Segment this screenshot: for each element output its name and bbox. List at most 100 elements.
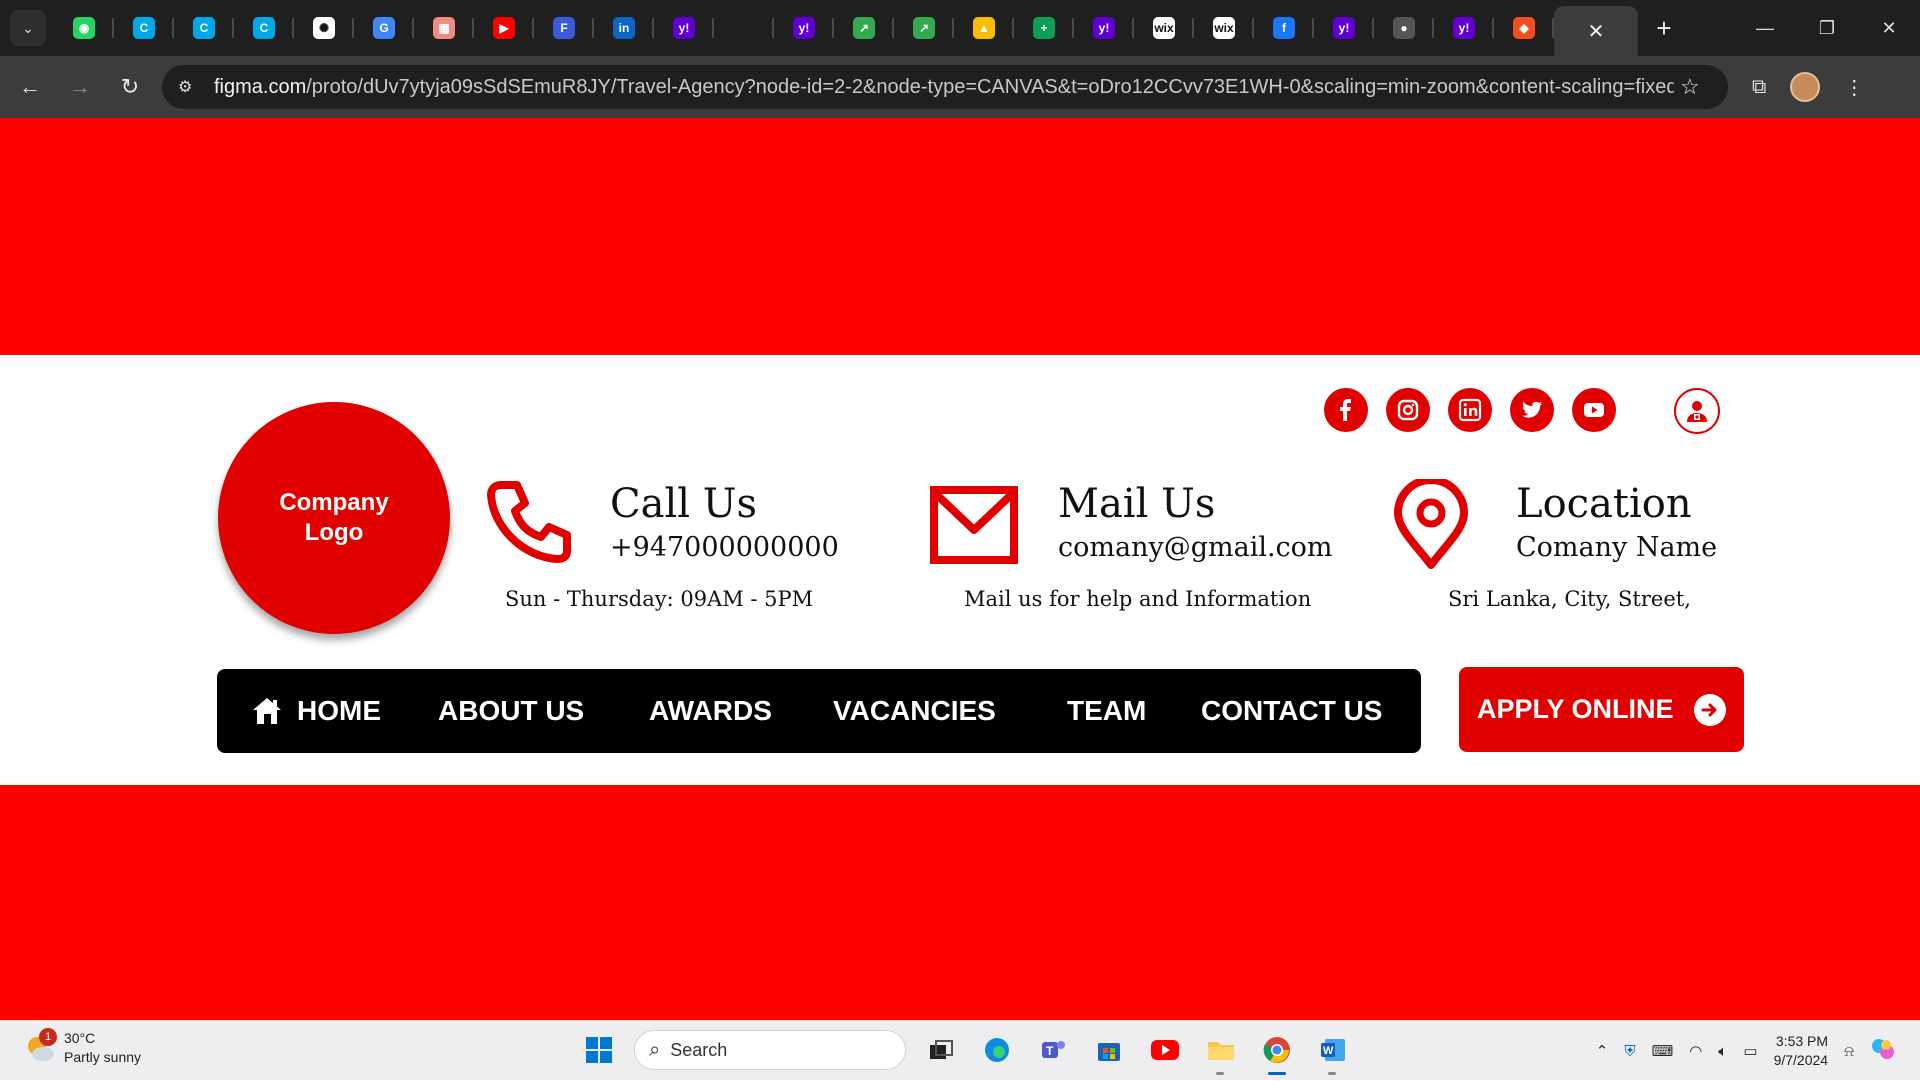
taskbar-search-box[interactable]: ⌕ Search	[634, 1030, 906, 1070]
minimize-button[interactable]: —	[1734, 0, 1796, 56]
reload-button[interactable]: ↻	[110, 67, 150, 107]
chrome-icon[interactable]	[1256, 1029, 1298, 1075]
browser-tab[interactable]: ✺	[294, 0, 354, 56]
browser-tab[interactable]: ◉	[54, 0, 114, 56]
profile-avatar[interactable]	[1790, 72, 1821, 102]
tab-search-button[interactable]: ⌄	[10, 10, 46, 46]
extensions-icon[interactable]: ⧉	[1752, 76, 1766, 99]
browser-tab[interactable]: y!	[1434, 0, 1494, 56]
browser-tab[interactable]: ↗	[894, 0, 954, 56]
address-bar[interactable]: ⚙ figma.com/proto/dUv7ytyja09sSdSEmuR8JY…	[162, 65, 1728, 109]
site-info-icon[interactable]: ⚙	[178, 77, 204, 97]
browser-tab[interactable]: F	[534, 0, 594, 56]
active-tab[interactable]: ✕	[1554, 6, 1638, 56]
copilot-icon[interactable]	[1870, 1036, 1896, 1066]
browser-tab[interactable]: f	[1254, 0, 1314, 56]
edge-browser-icon[interactable]	[976, 1029, 1018, 1071]
restore-button[interactable]: ❐	[1796, 0, 1858, 56]
browser-tab[interactable]: wix	[1194, 0, 1254, 56]
chevron-up-icon[interactable]: ⌃	[1596, 1042, 1609, 1060]
browser-tab[interactable]: C	[234, 0, 294, 56]
company-logo[interactable]: Company Logo	[218, 402, 450, 634]
blank-tab-icon	[733, 17, 755, 39]
youtube-app-icon[interactable]	[1144, 1029, 1186, 1071]
microsoft-store-icon[interactable]	[1088, 1029, 1130, 1071]
nav-awards[interactable]: AWARDS	[649, 669, 772, 753]
browser-tab[interactable]: ◆	[1494, 0, 1554, 56]
volume-icon[interactable]: 🔈︎	[1718, 1043, 1727, 1060]
github-icon: ●	[1393, 17, 1415, 39]
wifi-icon[interactable]: ◠	[1689, 1042, 1702, 1060]
google-icon: G	[373, 17, 395, 39]
word-icon[interactable]: W	[1312, 1029, 1354, 1075]
weather-widget[interactable]: 1 30°C Partly sunny	[24, 1028, 141, 1067]
browser-tab[interactable]: y!	[654, 0, 714, 56]
url-text[interactable]: figma.com/proto/dUv7ytyja09sSdSEmuR8JY/T…	[214, 76, 1674, 99]
browser-tab[interactable]: +	[1014, 0, 1074, 56]
canva-icon: C	[253, 17, 275, 39]
nav-contact-us[interactable]: CONTACT US	[1201, 669, 1382, 753]
browser-toolbar: ← → ↻ ⚙ figma.com/proto/dUv7ytyja09sSdSE…	[0, 56, 1920, 118]
weather-badge: 1	[39, 1028, 57, 1046]
running-indicator	[1328, 1072, 1336, 1075]
clock[interactable]: 3:53 PM 9/7/2024	[1774, 1032, 1829, 1070]
security-shield-icon[interactable]: ⛨	[1624, 1043, 1635, 1060]
user-account-icon[interactable]	[1674, 388, 1720, 434]
bookmark-star-icon[interactable]: ☆	[1680, 74, 1700, 100]
browser-tab-strip: ⌄ ◉ C C C ✺ G ▦ ▶ Fin y! y! ↗ ↗ ▲ + y! wix wix f y! ● y! ◆ ✕ +…	[0, 0, 1920, 56]
teams-icon[interactable]: T	[1032, 1029, 1074, 1071]
browser-tab[interactable]: ↗	[834, 0, 894, 56]
forward-button[interactable]: →	[60, 67, 100, 107]
twitter-icon[interactable]	[1510, 388, 1554, 432]
keyboard-icon[interactable]: ⌨	[1652, 1042, 1674, 1060]
location-address: Sri Lanka, City, Street,	[1448, 587, 1691, 611]
call-phone[interactable]: +947000000000	[610, 532, 839, 563]
call-hours: Sun - Thursday: 09AM - 5PM	[505, 587, 814, 611]
battery-icon[interactable]: ▭	[1743, 1042, 1757, 1060]
mail-address[interactable]: comany@gmail.com	[1058, 532, 1333, 563]
browser-tab[interactable]: y!	[1074, 0, 1134, 56]
svg-text:W: W	[1323, 1045, 1334, 1057]
image-tab-icon: ▦	[433, 17, 455, 39]
browser-tab[interactable]: y!	[774, 0, 834, 56]
location-title: Location	[1516, 481, 1692, 527]
nav-vacancies[interactable]: VACANCIES	[833, 669, 996, 753]
youtube-icon[interactable]	[1572, 388, 1616, 432]
site-header: Company Logo Call Us +947000000000 Sun -…	[0, 355, 1920, 785]
browser-tab[interactable]: C	[114, 0, 174, 56]
yahoo-icon: y!	[793, 17, 815, 39]
close-tab-icon[interactable]: ✕	[1588, 19, 1605, 44]
yahoo-icon: y!	[673, 17, 695, 39]
browser-tab[interactable]: y!	[1314, 0, 1374, 56]
browser-tab[interactable]: in	[594, 0, 654, 56]
instagram-icon[interactable]	[1386, 388, 1430, 432]
task-view-icon[interactable]	[920, 1029, 962, 1071]
browser-tab[interactable]: ●	[1374, 0, 1434, 56]
browser-tab[interactable]: C	[174, 0, 234, 56]
file-explorer-icon[interactable]	[1200, 1029, 1242, 1075]
apply-online-button[interactable]: APPLY ONLINE	[1459, 667, 1744, 752]
menu-kebab-icon[interactable]: ⋮	[1844, 75, 1864, 100]
nav-home[interactable]: HOME	[251, 669, 381, 753]
browser-tab[interactable]: G	[354, 0, 414, 56]
browser-tab[interactable]	[714, 0, 774, 56]
facebook-icon[interactable]	[1324, 388, 1368, 432]
location-pin-icon	[1394, 479, 1468, 569]
linkedin-icon[interactable]	[1448, 388, 1492, 432]
location-company: Comany Name	[1516, 532, 1718, 563]
back-button[interactable]: ←	[10, 67, 50, 107]
browser-tab[interactable]: ▲	[954, 0, 1014, 56]
browser-tab[interactable]: ▦	[414, 0, 474, 56]
browser-tab[interactable]: ▶	[474, 0, 534, 56]
forms-icon: F	[553, 17, 575, 39]
new-tab-button[interactable]: +	[1644, 8, 1684, 48]
notification-bell-icon[interactable]: ⍾	[1844, 1043, 1854, 1060]
nav-team[interactable]: TEAM	[1067, 669, 1146, 753]
nav-about-us[interactable]: ABOUT US	[438, 669, 584, 753]
top-red-band	[0, 118, 1920, 355]
browser-tab[interactable]: wix	[1134, 0, 1194, 56]
start-button[interactable]	[578, 1029, 620, 1071]
canva-icon: C	[133, 17, 155, 39]
close-window-button[interactable]: ✕	[1858, 0, 1920, 56]
mail-title: Mail Us	[1058, 481, 1216, 527]
